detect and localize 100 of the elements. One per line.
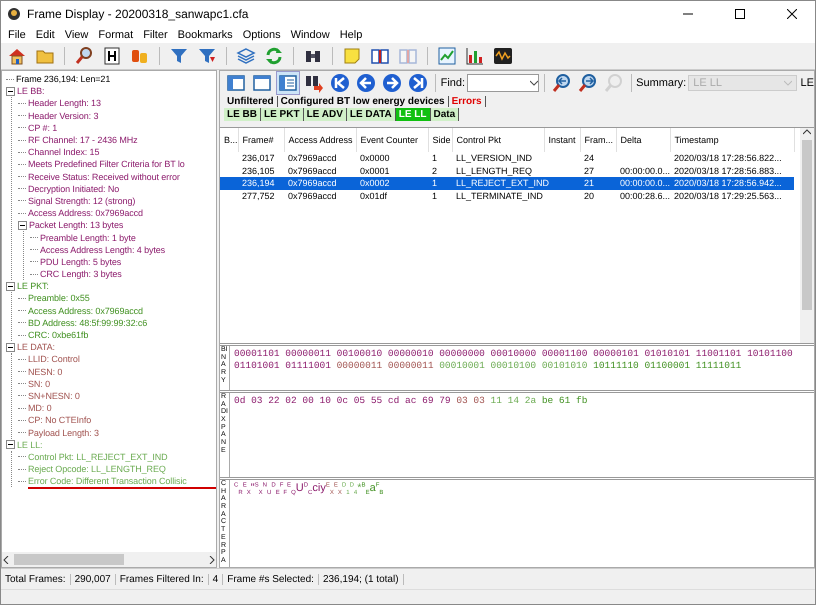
tree-item[interactable]: CRC Length: 3 bytes: [40, 269, 122, 280]
tree-item[interactable]: CRC: 0xbe61fb: [28, 330, 88, 340]
table-cell: 0x7969accd: [288, 190, 337, 201]
tree-item[interactable]: Channel Index: 15: [28, 147, 100, 158]
column-header[interactable]: Side: [428, 128, 452, 152]
table-cell: 2: [432, 166, 438, 176]
tree-item[interactable]: Access Address: 0x7969accd: [28, 306, 143, 316]
collapse-icon[interactable]: [6, 440, 15, 450]
dropdown-icon: [530, 80, 538, 86]
table-cell: 1: [432, 153, 438, 164]
table-cell: 236,194: [242, 178, 275, 188]
table-cell: 00:00:00.0...: [620, 178, 670, 188]
protocol-tab[interactable]: LE DATA: [346, 108, 396, 121]
tree-item[interactable]: Signal Strength: 12 (strong): [28, 196, 136, 206]
tree-item[interactable]: Header Version: 3: [28, 110, 98, 121]
table-cell: 0x0000: [360, 153, 390, 164]
menu-item[interactable]: Bookmarks: [172, 29, 238, 41]
tree-item[interactable]: LLID: Control: [28, 354, 80, 364]
menu-item[interactable]: Window: [286, 29, 335, 41]
scroll-left-icon[interactable]: [2, 556, 10, 564]
tree-item[interactable]: PDU Length: 5 bytes: [40, 256, 122, 267]
column-header[interactable]: Control Pkt: [452, 128, 544, 152]
tree-item[interactable]: LE DATA:: [17, 342, 55, 352]
find-field[interactable]: [467, 74, 539, 92]
tree-item[interactable]: Frame 236,194: Len=21: [16, 74, 110, 84]
protocol-tab[interactable]: LE PKT: [261, 108, 304, 121]
column-header[interactable]: Fram...: [580, 128, 616, 152]
protocol-tab[interactable]: LE BB: [224, 108, 261, 121]
refresh-icon: [264, 46, 284, 66]
tree-item[interactable]: RF Channel: 17 - 2436 MHz: [28, 135, 138, 146]
menu-item[interactable]: Format: [93, 29, 138, 41]
tree-item[interactable]: Decryption Initiated: No: [28, 184, 120, 194]
tree-item[interactable]: Access Address: 0x7969accd: [28, 208, 143, 218]
filter-tab[interactable]: Configured BT low energy devices: [278, 96, 449, 107]
tree-item[interactable]: SN+NESN: 0: [28, 390, 80, 401]
vertical-scrollbar[interactable]: [800, 128, 814, 343]
filter-tab[interactable]: Unfiltered: [224, 96, 278, 107]
dropdown-icon: [784, 80, 792, 86]
collapse-icon[interactable]: [6, 86, 15, 96]
collapse-icon[interactable]: [18, 220, 27, 230]
table-cell: 0x0001: [360, 166, 390, 176]
status-value: 236,194; (1 total): [318, 574, 404, 584]
tree-item[interactable]: Preamble: 0x55: [28, 293, 90, 304]
menu-item[interactable]: Help: [334, 29, 368, 41]
tree-item[interactable]: SN: 0: [28, 378, 50, 389]
meter-icon: [493, 46, 513, 66]
last-icon: [408, 73, 428, 93]
list-icon: [278, 73, 298, 93]
table-cell: 236,105: [242, 166, 275, 176]
protocol-tab[interactable]: Data: [430, 108, 460, 121]
tree-item[interactable]: Preamble Length: 1 byte: [40, 232, 136, 243]
tree-item[interactable]: Receive Status: Received without error: [28, 172, 180, 182]
column-header[interactable]: B...: [220, 128, 238, 152]
menu-item[interactable]: Options: [238, 29, 286, 41]
menu-item[interactable]: View: [60, 29, 94, 41]
menu-item[interactable]: File: [3, 29, 31, 41]
table-cell: 0x7969accd: [288, 153, 337, 164]
status-value: 290,007: [70, 574, 116, 584]
column-header[interactable]: Instant: [544, 128, 580, 152]
tree-item[interactable]: Header Length: 13: [28, 98, 101, 108]
column-header[interactable]: Delta: [616, 128, 670, 152]
table-cell: 277,752: [242, 190, 275, 201]
hex-bytes: 11 14 2a: [490, 395, 536, 406]
toolbar-button[interactable]: [276, 71, 300, 95]
column-header[interactable]: Frame#: [238, 128, 284, 152]
summary-label: Summary:: [636, 77, 686, 89]
column-header[interactable]: Timestamp: [670, 128, 794, 152]
tree-item[interactable]: MD: 0: [28, 403, 52, 414]
scroll-right-icon[interactable]: [208, 556, 216, 564]
note-icon: [342, 46, 362, 66]
filter-tab[interactable]: Errors: [448, 96, 486, 107]
tree-item[interactable]: Payload Length: 3: [28, 428, 99, 438]
maximize-icon: [735, 9, 745, 19]
tree-item[interactable]: CP: No CTEInfo: [28, 415, 92, 426]
tree-item[interactable]: Meets Predefined Filter Criteria for BT lo: [28, 159, 185, 170]
column-header[interactable]: Access Address: [284, 128, 356, 152]
menu-item[interactable]: Edit: [30, 29, 60, 41]
first-icon: [330, 73, 350, 93]
scroll-up-icon[interactable]: [803, 128, 811, 136]
app-icon: [7, 7, 21, 21]
table-cell: LL_REJECT_EXT_IND: [456, 178, 550, 188]
menu-item[interactable]: Filter: [138, 29, 173, 41]
table-cell: 00:00:28.6...: [620, 190, 670, 201]
column-header[interactable]: Event Counter: [356, 128, 428, 152]
table-cell: 2020/03/18 17:28:56.883...: [674, 166, 782, 176]
protocol-tab[interactable]: LE ADV: [304, 108, 347, 121]
tree-item[interactable]: LE BB:: [17, 86, 44, 96]
tree-item[interactable]: CP #: 1: [28, 122, 58, 133]
close-icon: [787, 9, 797, 19]
tree-item[interactable]: LE PKT:: [17, 281, 49, 292]
collapse-icon[interactable]: [6, 342, 15, 352]
horizontal-scrollbar[interactable]: [2, 552, 216, 567]
search-back-icon: [552, 73, 572, 93]
tree-item[interactable]: BD Address: 48:5f:99:99:32:c6: [28, 318, 148, 328]
tree-item[interactable]: Access Address Length: 4 bytes: [40, 244, 166, 255]
tree-item[interactable]: NESN: 0: [28, 366, 62, 377]
layers-icon: [236, 46, 256, 66]
status-label: Frames Filtered In:: [116, 574, 209, 584]
collapse-icon[interactable]: [6, 282, 15, 291]
tree-item[interactable]: Packet Length: 13 bytes: [29, 220, 124, 230]
